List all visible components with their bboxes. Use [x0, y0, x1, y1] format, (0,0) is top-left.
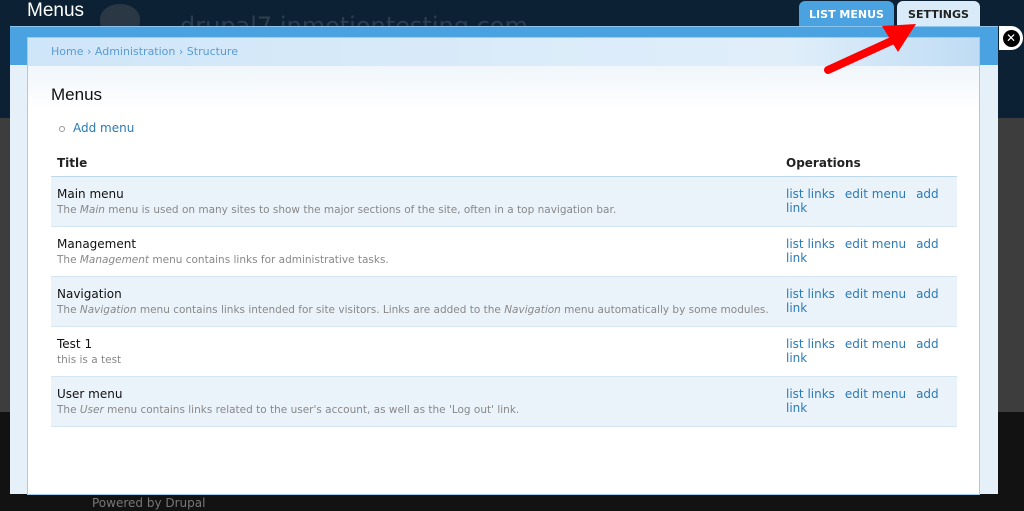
menu-title-cell: Main menu The Main menu is used on many s… — [51, 176, 780, 227]
edit-menu-link[interactable]: edit menu — [845, 387, 906, 401]
operations-cell: list links edit menu add link — [780, 276, 957, 327]
breadcrumb-structure[interactable]: Structure — [187, 45, 238, 58]
breadcrumb-home[interactable]: Home — [51, 45, 83, 58]
list-links-link[interactable]: list links — [786, 337, 835, 351]
menu-description: The User menu contains links related to … — [57, 403, 520, 416]
add-menu-label: Add menu — [73, 121, 135, 135]
table-row: Navigation The Navigation menu contains l… — [51, 276, 957, 327]
menus-table: Title Operations Main menu The Main menu … — [51, 151, 957, 427]
edit-menu-link[interactable]: edit menu — [845, 187, 906, 201]
list-links-link[interactable]: list links — [786, 387, 835, 401]
menu-description: The Navigation menu contains links inten… — [57, 303, 769, 316]
header-operations: Operations — [780, 151, 957, 177]
menu-description: The Management menu contains links for a… — [57, 253, 389, 266]
page-title: Menus — [51, 85, 103, 104]
table-row: Main menu The Main menu is used on many s… — [51, 176, 957, 227]
bullet-icon — [59, 125, 65, 132]
header-title: Title — [51, 151, 780, 177]
menu-description: The Main menu is used on many sites to s… — [57, 203, 617, 216]
edit-menu-link[interactable]: edit menu — [845, 337, 906, 351]
table-row: Test 1 this is a test list links edit menu… — [51, 326, 957, 377]
menu-title-cell: Test 1 this is a test — [51, 326, 780, 377]
menu-title-cell: User menu The User menu contains links re… — [51, 376, 780, 427]
menu-description: this is a test — [57, 353, 122, 366]
list-links-link[interactable]: list links — [786, 237, 835, 251]
add-menu-link[interactable]: Add menu — [59, 121, 134, 135]
menu-name: Navigation — [57, 286, 122, 301]
menu-name: Test 1 — [57, 336, 93, 351]
menu-name: Management — [57, 236, 137, 251]
close-icon: ✕ — [1002, 29, 1020, 47]
list-links-link[interactable]: list links — [786, 287, 835, 301]
operations-cell: list links edit menu add link — [780, 226, 957, 277]
list-links-link[interactable]: list links — [786, 187, 835, 201]
table-row: User menu The User menu contains links re… — [51, 376, 957, 427]
breadcrumb-administration[interactable]: Administration — [95, 45, 176, 58]
background-footer-text: Powered by Drupal — [92, 496, 206, 510]
operations-cell: list links edit menu add link — [780, 176, 957, 227]
overlay-modal: Home › Administration › Structure Menus … — [10, 26, 998, 495]
overlay-content: Home › Administration › Structure Menus … — [27, 37, 980, 495]
menu-name: User menu — [57, 386, 123, 401]
menu-title-cell: Navigation The Navigation menu contains l… — [51, 276, 780, 327]
edit-menu-link[interactable]: edit menu — [845, 287, 906, 301]
annotation-arrow-icon — [824, 24, 916, 74]
operations-cell: list links edit menu add link — [780, 326, 957, 377]
operations-cell: list links edit menu add link — [780, 376, 957, 427]
menu-name: Main menu — [57, 186, 124, 201]
background-title: Menus — [27, 0, 85, 21]
menu-title-cell: Management The Management menu contains l… — [51, 226, 780, 277]
table-row: Management The Management menu contains l… — [51, 226, 957, 277]
edit-menu-link[interactable]: edit menu — [845, 237, 906, 251]
close-overlay-button[interactable]: ✕ — [999, 26, 1023, 50]
